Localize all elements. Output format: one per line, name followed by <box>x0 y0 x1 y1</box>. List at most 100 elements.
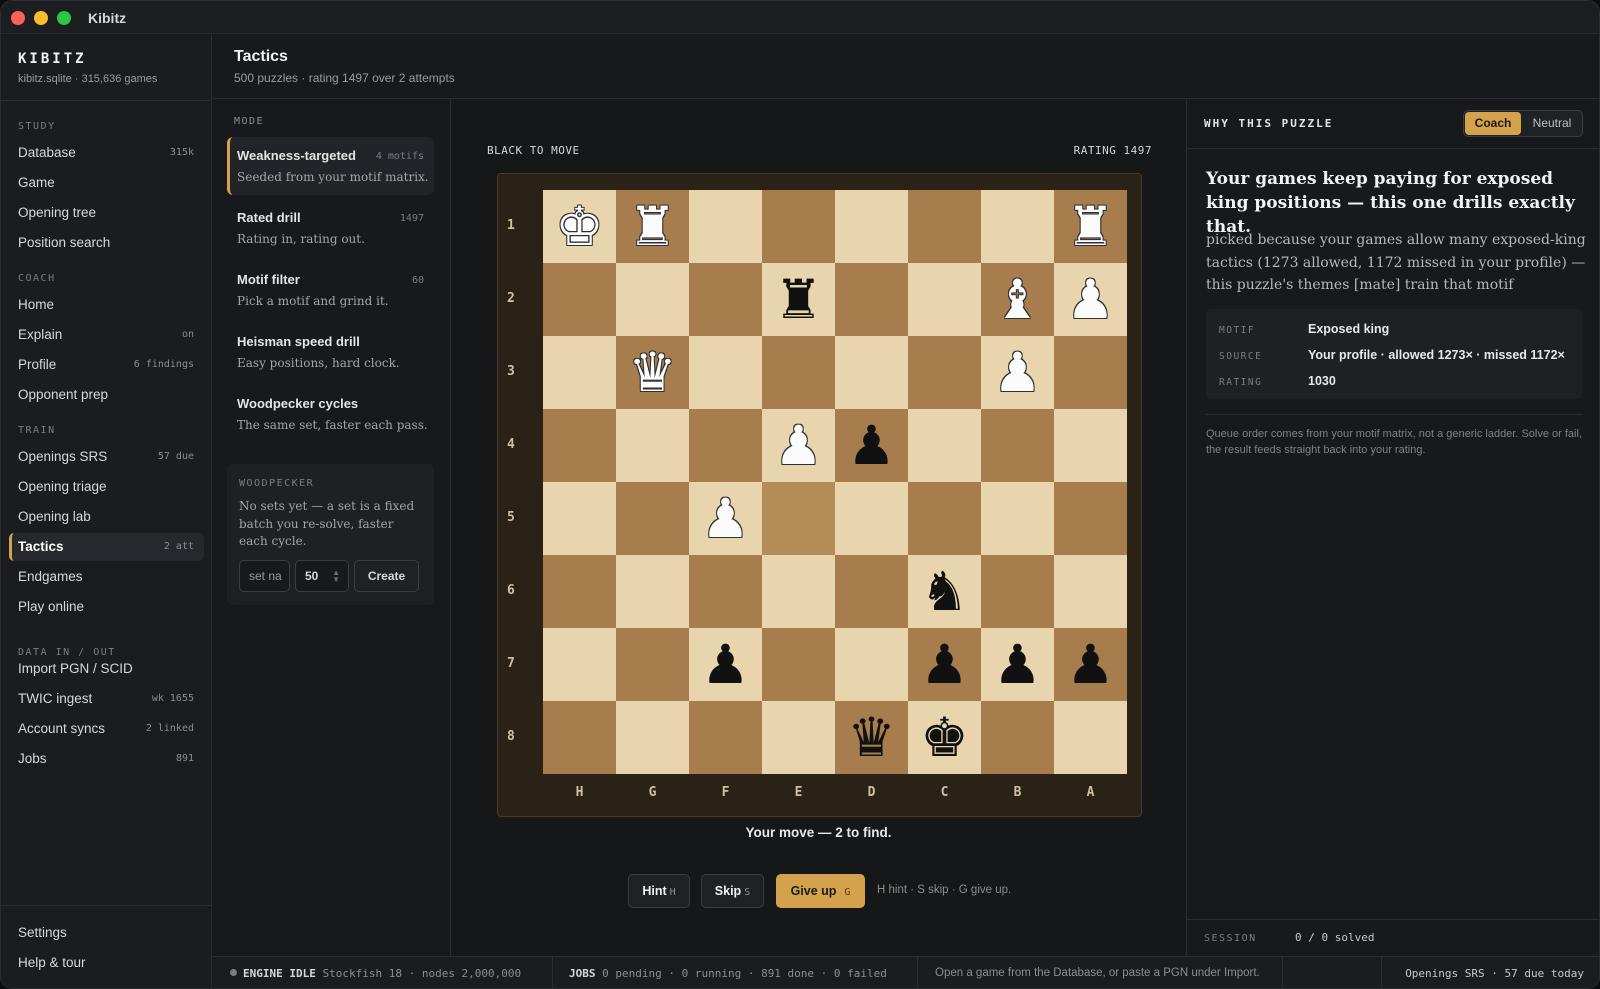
square-b8[interactable] <box>981 701 1054 774</box>
square-c3[interactable] <box>908 336 981 409</box>
square-h3[interactable] <box>543 336 616 409</box>
square-b4[interactable] <box>981 409 1054 482</box>
zoom-window-button[interactable] <box>57 11 71 25</box>
mode-weakness-targeted[interactable]: Weakness-targeted 4 motifs Seeded from y… <box>227 137 434 195</box>
set-name-input[interactable]: set na <box>239 560 290 592</box>
sidebar-item-opponent-prep[interactable]: Opponent prep <box>9 381 204 409</box>
square-h8[interactable] <box>543 701 616 774</box>
hint-button[interactable]: Hint H <box>628 874 690 908</box>
square-c4[interactable] <box>908 409 981 482</box>
sidebar-item-opening-triage[interactable]: Opening triage <box>9 473 204 501</box>
sidebar-item-opening-tree[interactable]: Opening tree <box>9 199 204 227</box>
sidebar-item-explain[interactable]: Explain on <box>9 321 204 349</box>
square-d6[interactable] <box>835 555 908 628</box>
white-rook-icon[interactable]: ♜ <box>1054 190 1127 263</box>
sidebar-item-import-pgn[interactable]: Import PGN / SCID <box>9 655 204 683</box>
square-g8[interactable] <box>616 701 689 774</box>
stepper-arrows-icon[interactable]: ▲ ▼ <box>332 569 340 584</box>
coach-toggle-button[interactable]: Coach <box>1465 112 1521 135</box>
square-f2[interactable] <box>689 263 762 336</box>
minimize-window-button[interactable] <box>34 11 48 25</box>
set-size-stepper[interactable]: 50 ▲ ▼ <box>295 560 349 592</box>
square-a3[interactable] <box>1054 336 1127 409</box>
black-pawn-icon[interactable]: ♟ <box>1054 628 1127 701</box>
srs-due-status[interactable]: Openings SRS · 57 due today <box>1405 957 1584 988</box>
sidebar-item-database[interactable]: Database 315k <box>9 139 204 167</box>
square-f3[interactable] <box>689 336 762 409</box>
square-a8[interactable] <box>1054 701 1127 774</box>
square-b5[interactable] <box>981 482 1054 555</box>
square-c1[interactable] <box>908 190 981 263</box>
square-d2[interactable] <box>835 263 908 336</box>
square-h2[interactable] <box>543 263 616 336</box>
square-g2[interactable] <box>616 263 689 336</box>
mode-rated-drill[interactable]: Rated drill 1497 Rating in, rating out. <box>227 199 434 257</box>
square-a5[interactable] <box>1054 482 1127 555</box>
square-e5[interactable] <box>762 482 835 555</box>
white-pawn-icon[interactable]: ♟ <box>981 336 1054 409</box>
sidebar-item-tactics[interactable]: Tactics 2 att <box>9 533 204 561</box>
square-c5[interactable] <box>908 482 981 555</box>
square-h4[interactable] <box>543 409 616 482</box>
white-king-icon[interactable]: ♚ <box>543 190 616 263</box>
square-g7[interactable] <box>616 628 689 701</box>
black-queen-icon[interactable]: ♛ <box>835 701 908 774</box>
sidebar-item-openings-srs[interactable]: Openings SRS 57 due <box>9 443 204 471</box>
sidebar-item-home[interactable]: Home <box>9 291 204 319</box>
create-set-button[interactable]: Create <box>354 560 419 592</box>
black-knight-icon[interactable]: ♞ <box>908 555 981 628</box>
sidebar-item-profile[interactable]: Profile 6 findings <box>9 351 204 379</box>
sidebar-item-position-search[interactable]: Position search <box>9 229 204 257</box>
square-e3[interactable] <box>762 336 835 409</box>
square-d3[interactable] <box>835 336 908 409</box>
white-rook-icon[interactable]: ♜ <box>616 190 689 263</box>
mode-woodpecker-cycles[interactable]: Woodpecker cycles The same set, faster e… <box>227 385 434 443</box>
black-pawn-icon[interactable]: ♟ <box>908 628 981 701</box>
white-pawn-icon[interactable]: ♟ <box>689 482 762 555</box>
square-d1[interactable] <box>835 190 908 263</box>
white-bishop-icon[interactable]: ♝ <box>981 263 1054 336</box>
square-f4[interactable] <box>689 409 762 482</box>
black-pawn-icon[interactable]: ♟ <box>835 409 908 482</box>
sidebar-item-game[interactable]: Game <box>9 169 204 197</box>
give-up-button[interactable]: Give up G <box>776 874 865 908</box>
square-e8[interactable] <box>762 701 835 774</box>
square-h5[interactable] <box>543 482 616 555</box>
black-pawn-icon[interactable]: ♟ <box>689 628 762 701</box>
square-f1[interactable] <box>689 190 762 263</box>
white-pawn-icon[interactable]: ♟ <box>762 409 835 482</box>
square-e7[interactable] <box>762 628 835 701</box>
sidebar-item-jobs[interactable]: Jobs 891 <box>9 745 204 773</box>
mode-motif-filter[interactable]: Motif filter 60 Pick a motif and grind i… <box>227 261 434 319</box>
mode-heisman-speed-drill[interactable]: Heisman speed drill Easy positions, hard… <box>227 323 434 381</box>
close-window-button[interactable] <box>11 11 25 25</box>
square-a6[interactable] <box>1054 555 1127 628</box>
sidebar-item-twic-ingest[interactable]: TWIC ingest wk 1655 <box>9 685 204 713</box>
square-d5[interactable] <box>835 482 908 555</box>
skip-button[interactable]: Skip S <box>701 874 764 908</box>
square-d7[interactable] <box>835 628 908 701</box>
square-g5[interactable] <box>616 482 689 555</box>
black-rook-icon[interactable]: ♜ <box>762 263 835 336</box>
square-h7[interactable] <box>543 628 616 701</box>
square-e6[interactable] <box>762 555 835 628</box>
square-b1[interactable] <box>981 190 1054 263</box>
neutral-toggle-button[interactable]: Neutral <box>1522 112 1582 135</box>
square-g4[interactable] <box>616 409 689 482</box>
square-c2[interactable] <box>908 263 981 336</box>
square-h6[interactable] <box>543 555 616 628</box>
sidebar-item-endgames[interactable]: Endgames <box>9 563 204 591</box>
jobs-status[interactable]: JOBS 0 pending · 0 running · 891 done · … <box>569 957 887 988</box>
sidebar-item-help-tour[interactable]: Help & tour <box>9 949 204 977</box>
square-e1[interactable] <box>762 190 835 263</box>
white-pawn-icon[interactable]: ♟ <box>1054 263 1127 336</box>
sidebar-item-account-syncs[interactable]: Account syncs 2 linked <box>9 715 204 743</box>
square-f6[interactable] <box>689 555 762 628</box>
sidebar-item-opening-lab[interactable]: Opening lab <box>9 503 204 531</box>
square-b6[interactable] <box>981 555 1054 628</box>
square-g6[interactable] <box>616 555 689 628</box>
square-a4[interactable] <box>1054 409 1127 482</box>
engine-status[interactable]: ENGINE IDLE Stockfish 18 · nodes 2,000,0… <box>230 957 521 988</box>
sidebar-item-play-online[interactable]: Play online <box>9 593 204 621</box>
black-king-icon[interactable]: ♚ <box>908 701 981 774</box>
